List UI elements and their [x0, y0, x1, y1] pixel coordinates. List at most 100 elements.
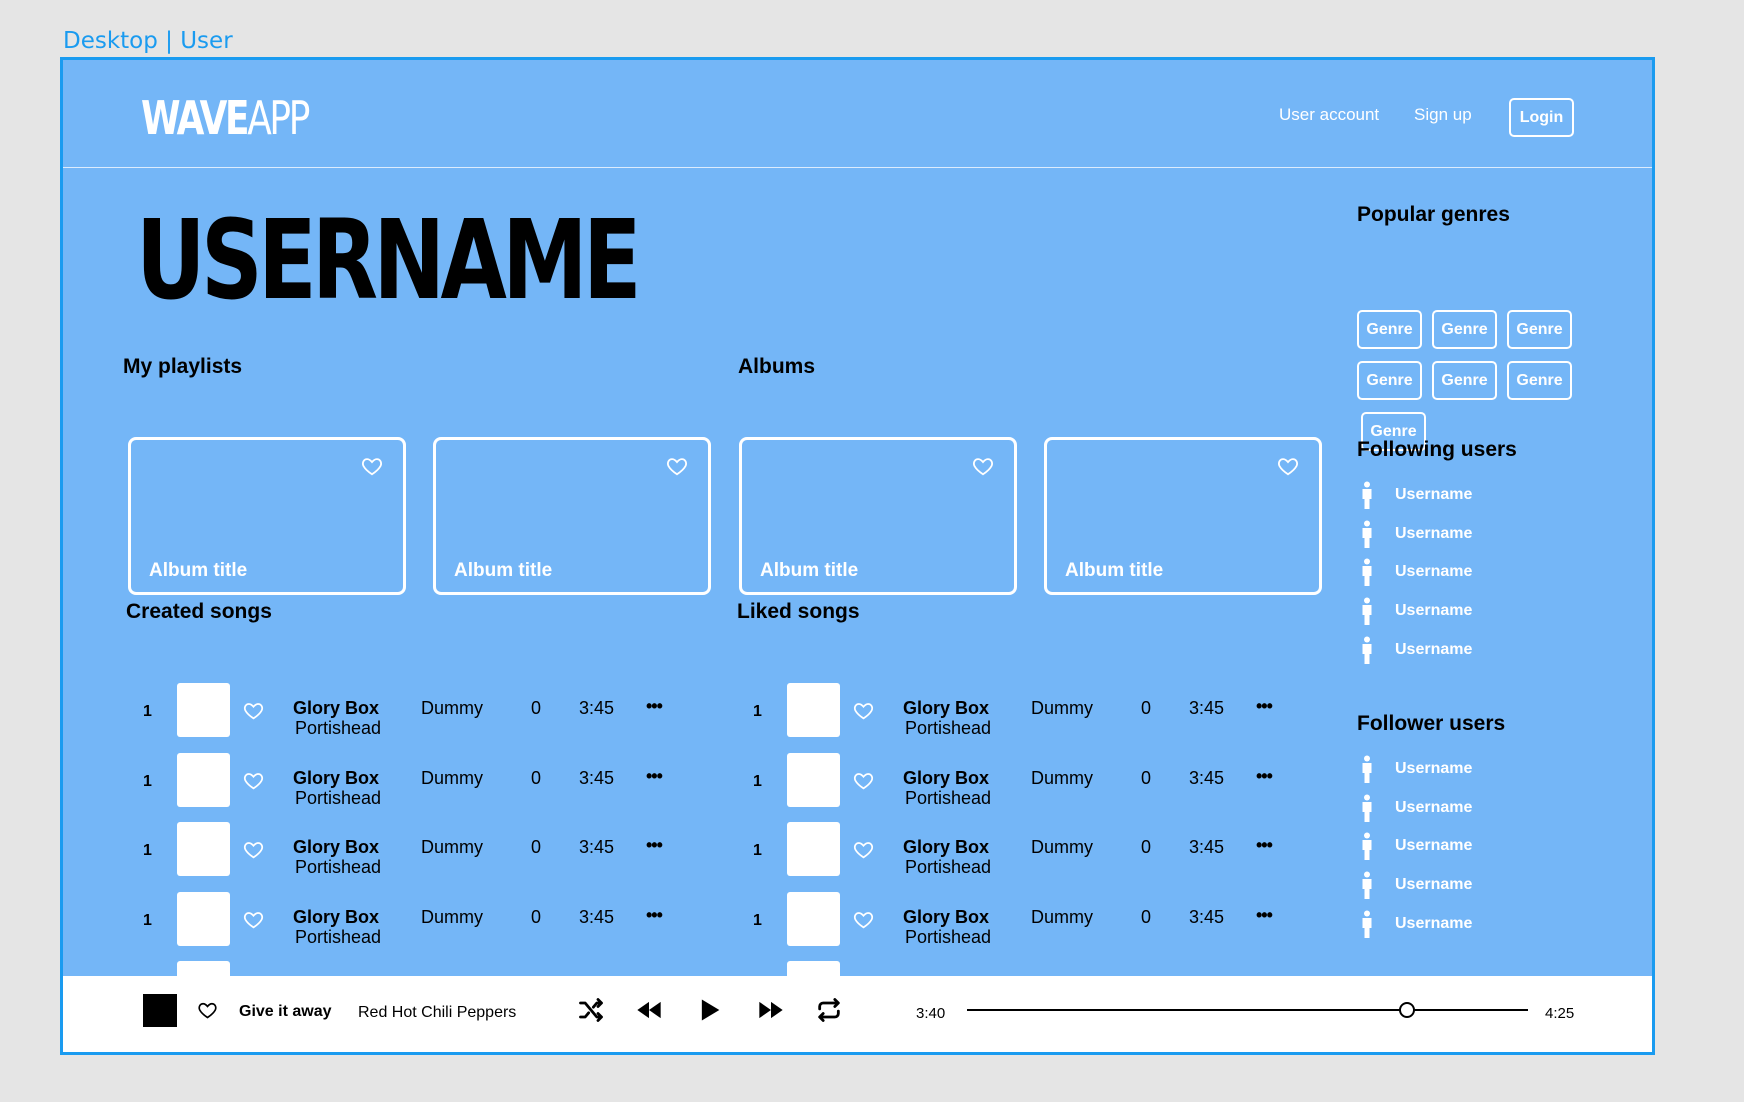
like-heart-icon[interactable]: [243, 700, 264, 721]
follower-users-heading: Follower users: [1357, 712, 1506, 735]
more-options-icon[interactable]: •••: [646, 835, 663, 856]
playlist-card[interactable]: Album title: [128, 437, 406, 595]
like-heart-icon[interactable]: [853, 700, 874, 721]
genre-tag[interactable]: Genre: [1507, 310, 1572, 349]
person-icon: [1362, 871, 1372, 900]
song-plays: 0: [531, 906, 542, 927]
genre-tag[interactable]: Genre: [1357, 310, 1422, 349]
album-card[interactable]: Album title: [739, 437, 1017, 595]
more-options-icon[interactable]: •••: [1256, 835, 1273, 856]
song-row[interactable]: 1 Glory Box Portishead Dummy 0 3:45 •••: [749, 683, 1339, 738]
song-artist: Portishead: [905, 857, 992, 877]
login-button[interactable]: Login: [1509, 98, 1574, 137]
popular-genres-heading: Popular genres: [1357, 203, 1510, 226]
song-row[interactable]: 1 Glory Box Portishead Dummy 0 3:45 •••: [139, 891, 729, 947]
song-plays: 0: [1141, 906, 1152, 927]
song-row[interactable]: 1 Glory Box Portishead Dummy 0 3:45 •••: [749, 891, 1339, 947]
more-options-icon[interactable]: •••: [646, 696, 663, 717]
person-icon: [1362, 558, 1372, 587]
more-options-icon[interactable]: •••: [1256, 905, 1273, 926]
following-users-heading: Following users: [1357, 438, 1517, 461]
more-options-icon[interactable]: •••: [646, 766, 663, 787]
like-heart-icon[interactable]: [853, 770, 874, 791]
song-title: Glory Box: [293, 906, 380, 927]
shuffle-icon[interactable]: [577, 996, 605, 1024]
card-title: Album title: [760, 560, 859, 581]
now-playing-heart-icon[interactable]: [197, 1000, 218, 1020]
more-options-icon[interactable]: •••: [1256, 696, 1273, 717]
song-row[interactable]: 1 Glory Box Portishead Dummy 0 3:45 •••: [139, 683, 729, 738]
user-name: Username: [1395, 524, 1473, 542]
progress-handle[interactable]: [1399, 1002, 1416, 1018]
genre-tag[interactable]: Genre: [1357, 361, 1422, 400]
person-icon: [1362, 520, 1372, 548]
user-name: Username: [1395, 798, 1473, 816]
play-icon[interactable]: [696, 996, 724, 1024]
like-heart-icon[interactable]: [853, 909, 874, 930]
user-account-link[interactable]: User account: [1279, 105, 1379, 125]
song-album: Dummy: [1031, 906, 1093, 927]
my-playlists-heading: My playlists: [123, 355, 243, 378]
user-name: Username: [1395, 760, 1473, 777]
rewind-icon[interactable]: [635, 996, 663, 1024]
person-icon: [1362, 481, 1372, 509]
fast-forward-icon[interactable]: [757, 996, 785, 1024]
song-row[interactable]: 1 Glory Box Portishead Dummy 0 3:45 •••: [139, 752, 729, 808]
song-row[interactable]: 1 Glory Box Portishead Dummy 0 3:45 •••: [749, 822, 1339, 877]
profile-username: USERNAME: [136, 196, 642, 324]
now-playing-artwork: [143, 994, 177, 1027]
more-options-icon[interactable]: •••: [1256, 766, 1273, 787]
song-duration: 3:45: [579, 906, 615, 927]
song-title: Glory Box: [293, 698, 380, 718]
like-heart-icon[interactable]: [243, 770, 264, 791]
like-heart-icon[interactable]: [243, 839, 264, 860]
song-artist: Portishead: [295, 857, 382, 877]
song-album: Dummy: [1031, 698, 1093, 718]
like-heart-icon[interactable]: [1277, 455, 1299, 477]
song-thumbnail: [177, 822, 230, 876]
now-playing-artist: Red Hot Chili Peppers: [358, 1004, 517, 1021]
card-title: Album title: [149, 560, 248, 581]
song-row[interactable]: 1 Glory Box Portishead Dummy 0 3:45 •••: [139, 822, 729, 877]
song-artist: Portishead: [905, 787, 992, 808]
user-name: Username: [1395, 914, 1473, 932]
song-album: Dummy: [421, 767, 483, 788]
like-heart-icon[interactable]: [972, 455, 994, 477]
like-heart-icon[interactable]: [243, 909, 264, 930]
song-artist: Portishead: [905, 926, 992, 947]
genre-tag[interactable]: Genre: [1507, 361, 1572, 400]
song-plays: 0: [1141, 698, 1152, 718]
track-number: 1: [753, 911, 762, 929]
user-name: Username: [1395, 640, 1473, 658]
song-duration: 3:45: [1189, 698, 1225, 718]
like-heart-icon[interactable]: [853, 839, 874, 860]
repeat-icon[interactable]: [815, 996, 843, 1024]
like-heart-icon[interactable]: [361, 455, 383, 477]
created-songs-heading: Created songs: [126, 600, 272, 623]
card-title: Album title: [454, 560, 553, 581]
logo[interactable]: WAVEAPP: [141, 95, 310, 141]
genre-tag[interactable]: Genre: [1432, 310, 1497, 349]
song-thumbnail: [177, 891, 230, 946]
song-thumbnail: [787, 891, 840, 946]
genre-tag[interactable]: Genre: [1432, 361, 1497, 400]
song-title: Glory Box: [293, 767, 380, 788]
progress-track[interactable]: [967, 1009, 1528, 1011]
more-options-icon[interactable]: •••: [646, 905, 663, 926]
song-row[interactable]: 1 Glory Box Portishead Dummy 0 3:45 •••: [749, 752, 1339, 808]
album-card[interactable]: Album title: [1044, 437, 1322, 595]
albums-heading: Albums: [738, 355, 816, 378]
track-number: 1: [143, 842, 152, 859]
elapsed-time: 3:40: [916, 1005, 946, 1022]
playlist-card[interactable]: Album title: [433, 437, 711, 595]
top-header: WAVEAPP User account Sign up Login: [63, 60, 1652, 168]
song-thumbnail: [787, 683, 840, 737]
song-duration: 3:45: [579, 837, 615, 857]
song-plays: 0: [1141, 837, 1152, 857]
user-name: Username: [1395, 486, 1473, 503]
like-heart-icon[interactable]: [666, 455, 688, 477]
user-name: Username: [1395, 837, 1473, 855]
song-artist: Portishead: [295, 787, 382, 808]
sign-up-link[interactable]: Sign up: [1414, 105, 1472, 125]
song-title: Glory Box: [903, 767, 990, 788]
